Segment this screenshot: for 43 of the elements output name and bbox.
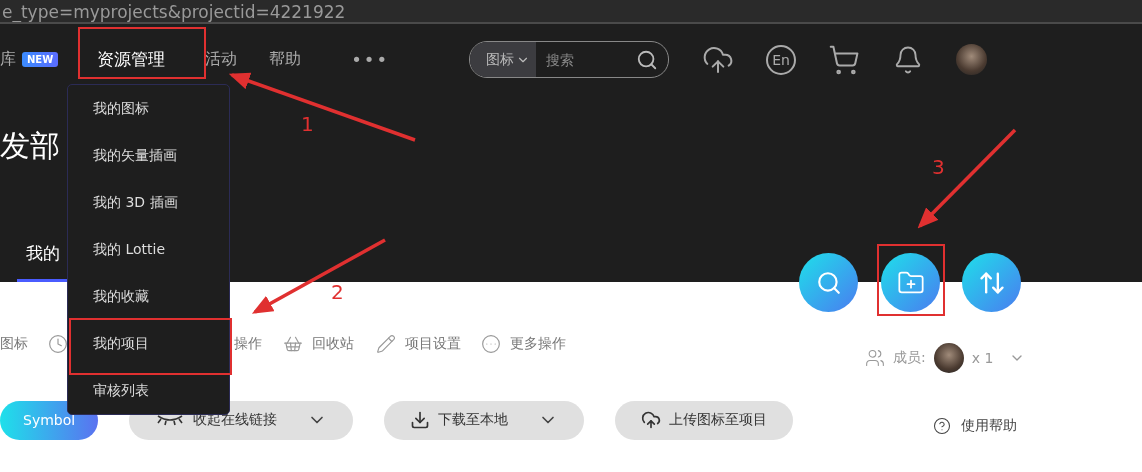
nav-item[interactable]: 活动 — [205, 49, 238, 70]
menu-item[interactable]: 我的 3D 插画 — [68, 179, 229, 226]
help-icon — [933, 417, 951, 435]
project-title: 发部 — [0, 128, 60, 164]
step-number: 2 — [331, 280, 344, 304]
search-icon[interactable] — [636, 48, 659, 71]
member-avatar — [933, 343, 964, 373]
toolbar-action[interactable]: 操作 — [234, 335, 262, 353]
nav-item[interactable]: 帮助 — [269, 49, 302, 70]
clock-icon — [48, 334, 68, 354]
help-link[interactable]: 使用帮助 — [961, 417, 1017, 435]
more-icon — [481, 334, 501, 354]
menu-item[interactable]: 我的矢量插画 — [68, 132, 229, 179]
toolbar-action[interactable]: 项目设置 — [405, 335, 461, 353]
url-text: e_type=myprojects&projectid=4221922 — [1, 2, 346, 22]
members-icon — [865, 348, 885, 368]
action-button[interactable]: 下载至本地 — [384, 400, 585, 440]
toolbar-action[interactable]: 图标 — [0, 335, 28, 353]
nav-item[interactable]: 资源管理 — [97, 48, 166, 71]
download-icon — [410, 410, 431, 430]
pencil-icon — [376, 334, 396, 354]
step-number: 1 — [301, 112, 314, 136]
toolbar-action[interactable]: 回收站 — [312, 335, 354, 353]
search-icon — [815, 269, 842, 296]
highlight-frame — [877, 244, 945, 316]
cart-icon[interactable] — [828, 43, 861, 76]
menu-item[interactable]: 我的项目 — [68, 320, 229, 367]
avatar[interactable] — [956, 44, 988, 75]
menu-item[interactable]: 我的图标 — [68, 85, 229, 132]
new-badge: NEW — [22, 52, 59, 67]
member-count: x 1 — [971, 350, 994, 366]
search-scope[interactable]: 图标 — [470, 42, 537, 77]
cloud-upload-icon — [641, 410, 662, 430]
search-field[interactable]: 图标 搜索 — [469, 41, 670, 78]
language-toggle[interactable]: En — [766, 44, 797, 75]
nav-item[interactable]: 库 — [0, 49, 16, 70]
more-menu[interactable]: ••• — [351, 49, 390, 70]
step-number: 3 — [932, 155, 945, 179]
action-button[interactable]: 上传图标至项目 — [615, 400, 794, 440]
toolbar-action[interactable]: 更多操作 — [510, 335, 566, 353]
basket-icon — [283, 334, 303, 354]
members-label: 成员: — [893, 349, 926, 367]
closed-eye-icon — [155, 414, 186, 426]
